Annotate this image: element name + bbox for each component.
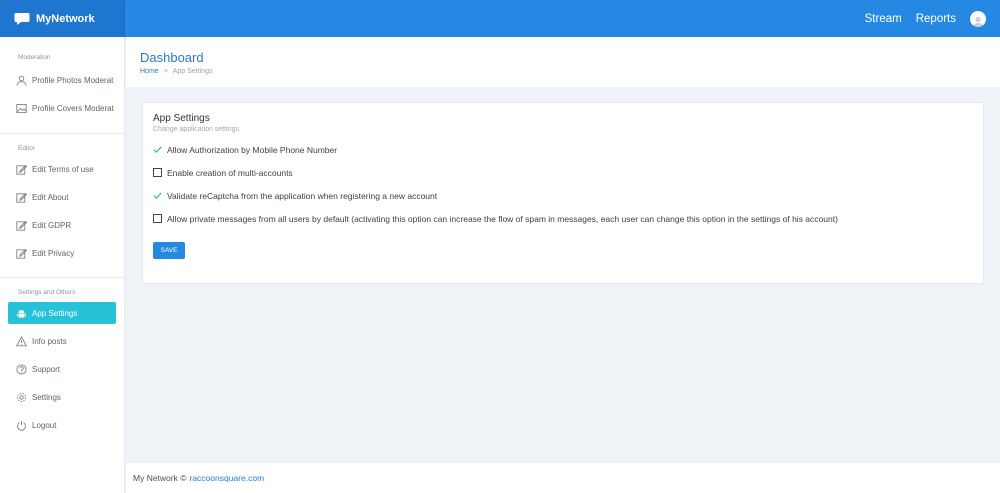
warning-icon <box>16 335 27 346</box>
sidebar-item-label: Info posts <box>32 336 67 346</box>
page-header: Dashboard Home > App Settings <box>126 37 1000 87</box>
sidebar-item-label: Support <box>32 364 61 374</box>
nav-stream-link[interactable]: Stream <box>865 13 902 25</box>
settings-options: Allow Authorization by Mobile Phone Numb… <box>153 138 973 230</box>
user-icon <box>16 75 27 86</box>
page-title: Dashboard <box>140 50 204 65</box>
checkbox[interactable] <box>153 214 162 223</box>
gear-icon <box>17 392 26 402</box>
user-icon <box>973 16 983 27</box>
section-title-editor: Editor <box>18 145 35 152</box>
edit-icon <box>16 220 27 231</box>
option-multi-accounts[interactable]: Enable creation of multi-accounts <box>153 161 973 184</box>
breadcrumb-current: App Settings <box>172 68 213 75</box>
option-label: Validate reCaptcha from the application … <box>167 190 438 201</box>
option-private-messages[interactable]: Allow private messages from all users by… <box>153 207 973 230</box>
sidebar-item-label: Logout <box>32 420 57 430</box>
sidebar-item-profile-covers[interactable]: Profile Covers Moderat <box>0 97 124 119</box>
option-label: Allow Authorization by Mobile Phone Numb… <box>167 144 338 155</box>
option-label: Enable creation of multi-accounts <box>167 167 293 178</box>
option-recaptcha[interactable]: Validate reCaptcha from the application … <box>153 184 973 207</box>
sidebar-item-label: Profile Covers Moderat <box>32 103 114 113</box>
footer: My Network © raccoonsquare.com <box>126 463 1000 493</box>
avatar[interactable] <box>970 10 986 27</box>
sidebar-item-label: Edit Terms of use <box>32 164 94 174</box>
sidebar-item-settings[interactable]: Settings <box>0 386 124 408</box>
breadcrumb-home-link[interactable]: Home <box>140 68 159 75</box>
card-subtitle: Change application settings <box>153 126 240 133</box>
sidebar-item-edit-about[interactable]: Edit About <box>0 186 124 208</box>
sidebar: Moderation Profile Photos Moderat Profil… <box>0 37 125 493</box>
nav-reports-link[interactable]: Reports <box>916 13 956 25</box>
sidebar-item-profile-photos[interactable]: Profile Photos Moderat <box>0 69 124 91</box>
edit-icon <box>16 192 27 203</box>
save-button[interactable]: SAVE <box>153 242 185 259</box>
sidebar-item-label: Profile Photos Moderat <box>32 75 114 85</box>
help-icon <box>16 363 27 375</box>
breadcrumb: Home > App Settings <box>140 68 1000 75</box>
checkmark-icon[interactable] <box>153 191 162 200</box>
chat-bubble-icon <box>14 12 30 25</box>
checkmark-icon[interactable] <box>153 145 162 154</box>
top-bar: MyNetwork Stream Reports <box>0 0 1000 37</box>
card-title: App Settings <box>153 113 210 124</box>
edit-icon <box>16 248 27 259</box>
breadcrumb-separator: > <box>163 68 168 75</box>
checkbox[interactable] <box>153 168 162 177</box>
sidebar-item-label: Edit Privacy <box>32 248 75 258</box>
power-icon <box>17 420 26 431</box>
brand[interactable]: MyNetwork <box>0 0 125 37</box>
sidebar-item-label: Settings <box>32 392 61 402</box>
sidebar-item-edit-privacy[interactable]: Edit Privacy <box>0 242 124 264</box>
sidebar-item-app-settings[interactable]: App Settings <box>8 302 116 324</box>
section-title-moderation: Moderation <box>18 54 51 61</box>
footer-text: My Network © <box>133 473 187 483</box>
sidebar-item-edit-terms[interactable]: Edit Terms of use <box>0 158 124 180</box>
sidebar-item-edit-gdpr[interactable]: Edit GDPR <box>0 214 124 236</box>
option-mobile-auth[interactable]: Allow Authorization by Mobile Phone Numb… <box>153 138 973 161</box>
sidebar-item-label: App Settings <box>32 308 78 318</box>
sidebar-item-label: Edit About <box>32 192 69 202</box>
sidebar-item-support[interactable]: Support <box>0 358 124 380</box>
image-icon <box>16 103 27 113</box>
section-title-settings: Settings and Others <box>18 289 76 296</box>
top-nav: Stream Reports <box>125 0 1000 37</box>
option-label: Allow private messages from all users by… <box>167 213 838 224</box>
brand-name: MyNetwork <box>36 12 95 25</box>
sidebar-item-label: Edit GDPR <box>32 220 72 230</box>
sidebar-item-info-posts[interactable]: Info posts <box>0 330 124 352</box>
sidebar-item-logout[interactable]: Logout <box>0 414 124 436</box>
footer-link[interactable]: raccoonsquare.com <box>190 473 265 483</box>
edit-icon <box>16 164 27 175</box>
android-icon <box>17 309 26 317</box>
app-settings-card: App Settings Change application settings… <box>142 102 984 284</box>
